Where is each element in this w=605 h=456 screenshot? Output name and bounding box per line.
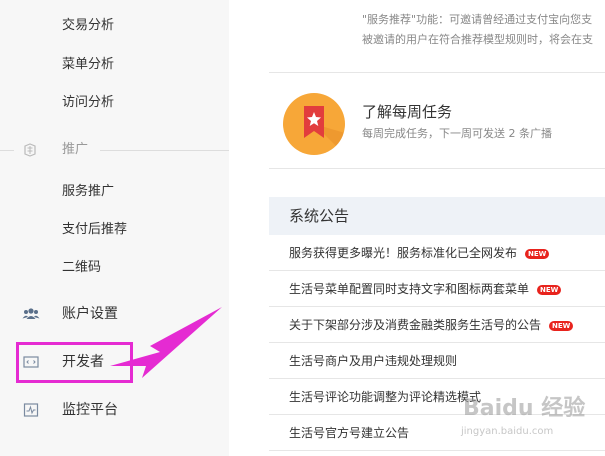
sidebar-item-account-settings[interactable]: 账户设置 [0,302,229,326]
system-notice-title: 系统公告 [289,207,350,225]
notice-link[interactable]: 关于下架部分涉及消费金融类服务生活号的公告 [289,318,541,332]
service-recommend-intro: "服务推荐"功能：可邀请曾经通过支付宝向您支 被邀请的用户在符合推荐模型规则时，… [362,10,605,50]
notice-link[interactable]: 生活号官方号建立公告 [289,424,409,442]
sidebar-item-service-promotion[interactable]: 服务推广 [62,183,114,201]
weekly-task-desc: 每周完成任务，下一周可发送 2 条广播 [362,127,552,140]
group-divider-left [0,150,14,151]
section-divider [269,168,605,169]
sidebar-item-visit-analysis[interactable]: 访问分析 [62,94,114,112]
watermark-url: jingyan.baidu.com [461,426,554,437]
notice-link[interactable]: 服务获得更多曝光！服务标准化已全网发布 [289,246,517,260]
system-notice-header: 系统公告 [269,197,605,235]
notice-link[interactable]: 生活号菜单配置同时支持文字和图标两套菜单 [289,282,529,296]
group-divider-right [100,150,229,151]
sidebar-item-label: 监控平台 [62,402,118,418]
new-badge: NEW [549,320,574,331]
bookmark-star-icon [304,106,345,155]
section-divider [269,72,605,73]
notice-link[interactable]: 生活号商户及用户违规处理规则 [289,352,457,370]
intro-line: 被邀请的用户在符合推荐模型规则时，将会在支 [362,33,593,46]
notice-link[interactable]: 生活号评论功能调整为评论精选模式 [289,388,481,406]
sidebar: 交易分析 菜单分析 访问分析 推广 服务推广 支付后推荐 二维码 账户设置 开发… [0,0,229,456]
users-icon [22,308,40,319]
developer-highlight-box [16,342,133,383]
new-badge: NEW [537,284,562,295]
notice-item[interactable]: 生活号菜单配置同时支持文字和图标两套菜单 NEW [269,271,605,307]
weekly-task-title[interactable]: 了解每周任务 [362,102,452,122]
sidebar-item-monitor-platform[interactable]: 监控平台 [0,398,229,422]
weekly-task-badge [283,93,345,155]
sidebar-group-promotion: 推广 [0,141,229,159]
shell-icon [24,143,36,157]
baidu-watermark: Baidu 经验 jingyan.baidu.com [455,390,605,454]
sidebar-item-menu-analysis[interactable]: 菜单分析 [62,56,114,74]
sidebar-item-qrcode[interactable]: 二维码 [62,259,101,277]
sidebar-item-post-payment-recommend[interactable]: 支付后推荐 [62,221,127,239]
sidebar-item-trade-analysis[interactable]: 交易分析 [62,17,114,35]
monitor-chart-icon [23,403,39,417]
new-badge: NEW [525,248,550,259]
sidebar-item-label: 账户设置 [62,306,118,322]
notice-item[interactable]: 服务获得更多曝光！服务标准化已全网发布 NEW [269,235,605,271]
intro-line: "服务推荐"功能：可邀请曾经通过支付宝向您支 [362,13,593,26]
main-content: "服务推荐"功能：可邀请曾经通过支付宝向您支 被邀请的用户在符合推荐模型规则时，… [229,0,605,456]
sidebar-group-label: 推广 [62,142,89,157]
notice-item[interactable]: 生活号商户及用户违规处理规则 [269,343,605,379]
notice-item[interactable]: 关于下架部分涉及消费金融类服务生活号的公告 NEW [269,307,605,343]
watermark-text: Baidu 经验 [463,396,586,421]
